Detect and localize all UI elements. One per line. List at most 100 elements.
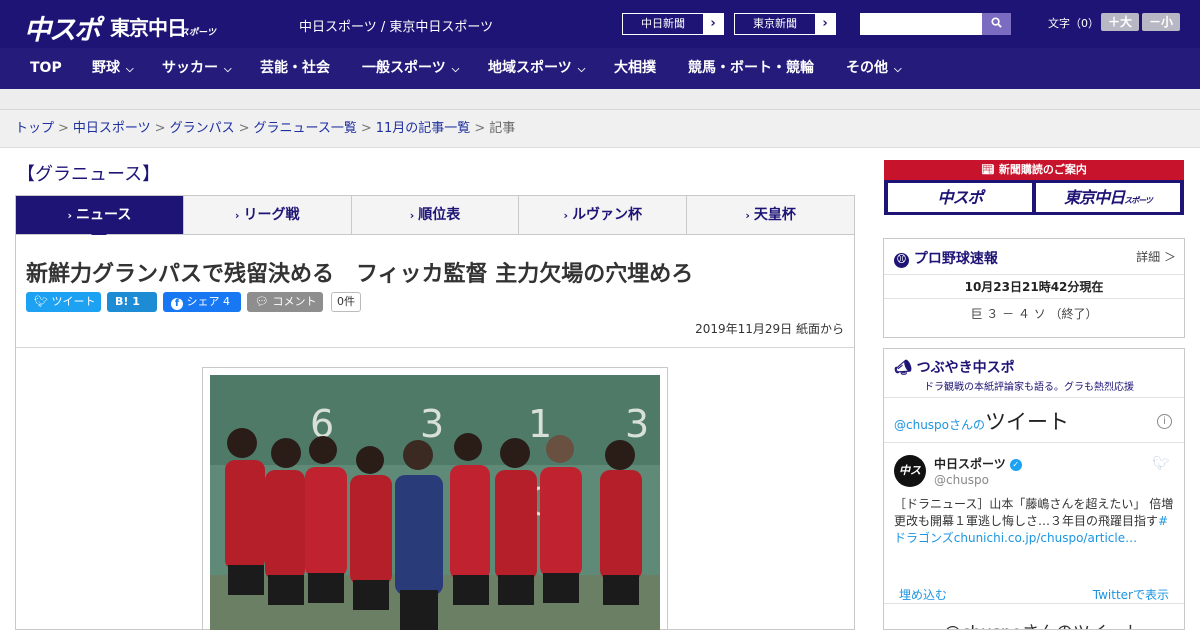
article-photo: 6313 00 (210, 375, 660, 630)
nav-label: サッカー (162, 60, 218, 76)
search-button[interactable] (982, 13, 1011, 35)
tweet-button-label: ツイート (51, 295, 96, 308)
tokyo-shimbun-link[interactable]: 東京新聞 › (734, 13, 836, 35)
chevron-right-icon: › (563, 209, 569, 222)
facebook-share-label: シェア 4 (186, 295, 231, 308)
nav-item-soccer[interactable]: サッカー ⌵ (162, 48, 232, 89)
divider (884, 603, 1184, 604)
tab-news[interactable]: › ニュース (16, 196, 184, 242)
ad-tokyo-chunichi-sub: スポーツ (1124, 196, 1153, 205)
avatar[interactable]: 中スポ (894, 455, 926, 509)
hatena-bookmark-button[interactable]: B! 1 (107, 292, 157, 312)
breadcrumb-separator: > (238, 121, 250, 136)
breadcrumb-link-chuspo[interactable]: 中日スポーツ (73, 121, 151, 136)
gray-strip (0, 89, 1200, 110)
tab-league[interactable]: › リーグ戦 (184, 196, 352, 234)
tab-emperors-cup[interactable]: › 天皇杯 (687, 196, 854, 234)
baseball-icon: ⚾︎ (894, 253, 909, 268)
view-on-twitter-link[interactable]: Twitterで表示 (1093, 586, 1169, 603)
chunichi-shimbun-link[interactable]: 中日新聞 › (622, 13, 724, 35)
comment-button[interactable]: 💬︎ コメント (247, 292, 323, 312)
ad-chuspo-logo[interactable]: 中スポ (888, 183, 1032, 212)
chevron-right-icon: › (815, 14, 835, 34)
team-huddle-photo: 6313 00 (210, 375, 660, 630)
search-input[interactable] (860, 13, 982, 35)
tab-label: 天皇杯 (753, 207, 796, 223)
tab-label: ルヴァン杯 (572, 207, 643, 223)
nav-label: 地域スポーツ (488, 60, 572, 76)
breadcrumb-current: 記事 (489, 121, 516, 136)
baseball-game-score[interactable]: 巨 ３ － ４ ソ （終了） (884, 305, 1184, 322)
chevron-right-icon: › (703, 14, 723, 34)
tweet-user-handle[interactable]: @chuspo (934, 473, 989, 487)
nav-item-other[interactable]: その他 ⌵ (846, 48, 902, 89)
twitter-bird-icon: 🐦︎ (34, 295, 48, 308)
tokyo-chunichi-logo[interactable]: 東京中日 (110, 12, 187, 41)
font-decrease-button[interactable]: －小 (1142, 13, 1180, 31)
font-size-label: 文字（0） (1048, 17, 1099, 30)
breadcrumb-link-grampus[interactable]: グランパス (170, 121, 235, 136)
breadcrumb-link-gra-news-list[interactable]: グラニュース一覧 (254, 121, 357, 136)
svg-text:1: 1 (528, 402, 552, 446)
divider (884, 442, 1184, 443)
tweet-text: ［ドラニュース］山本「藤嶋さんを超えたい」 倍増更改も開幕１軍逃し悔しさ…３年目… (894, 496, 1179, 547)
share-bar: 🐦︎ ツイート B! 1 f シェア 4 💬︎ コメント 0件 (26, 292, 361, 312)
tweet-user-name: 中日スポーツ (934, 457, 1006, 471)
nav-item-local-sports[interactable]: 地域スポーツ ⌵ (488, 48, 585, 89)
nav-label: 一般スポーツ (362, 60, 446, 76)
chuspo-logo[interactable]: 中スポ (24, 8, 101, 47)
tab-standings[interactable]: › 順位表 (352, 196, 520, 234)
breadcrumb: トップ > 中日スポーツ > グランパス > グラニュース一覧 >11月の記事一覧 > 記事 (0, 110, 1200, 148)
ad-tokyo-chunichi-logo[interactable]: 東京中日スポーツ (1036, 183, 1180, 212)
megaphone-icon: 📣︎ (894, 360, 912, 376)
chunichi-shimbun-label: 中日新聞 (623, 14, 703, 34)
breadcrumb-link-november-list[interactable]: 11月の記事一覧 (376, 121, 471, 136)
baseball-detail-link[interactable]: 詳細 ＞ (1136, 248, 1176, 265)
font-increase-button[interactable]: ＋大 (1101, 13, 1139, 31)
embed-link[interactable]: 埋め込む (899, 586, 947, 603)
timeline-handle[interactable]: @chuspoさんの (894, 418, 985, 432)
nav-label: 競馬・ボート・競輪 (688, 60, 814, 76)
divider (16, 347, 854, 348)
breadcrumb-separator: > (58, 121, 69, 136)
top-bar: 中スポ 東京中日 スポーツ 中日スポーツ / 東京中日スポーツ 中日新聞 › 東… (0, 0, 1200, 48)
speech-bubble-icon: 💬︎ (255, 295, 269, 308)
baseball-scores-title: プロ野球速報 (913, 251, 998, 267)
twitter-bird-icon[interactable]: 🐦︎ (1152, 456, 1170, 472)
chevron-right-icon: › (745, 209, 750, 222)
nav-item-general-sports[interactable]: 一般スポーツ ⌵ (362, 48, 459, 89)
tab-label: リーグ戦 (243, 207, 300, 223)
svg-text:3: 3 (420, 402, 444, 446)
baseball-scores-widget: ⚾︎ プロ野球速報 詳細 ＞ 10月23日21時42分現在 巨 ３ － ４ ソ … (883, 238, 1185, 338)
breadcrumb-link-top[interactable]: トップ (15, 121, 54, 136)
category-tabs: › ニュース › リーグ戦 › 順位表 › ルヴァン杯 › 天皇杯 (15, 195, 855, 242)
twitter-widget-subtitle: ドラ観戦の本紙評論家も語る。グラも熱烈応援 (924, 382, 1134, 393)
nav-item-baseball[interactable]: 野球 ⌵ (92, 48, 134, 89)
chevron-down-icon: ⌵ (126, 64, 134, 75)
nav-item-top[interactable]: TOP (30, 48, 62, 89)
nav-item-entertainment[interactable]: 芸能・社会 (260, 48, 330, 89)
tab-levain-cup[interactable]: › ルヴァン杯 (519, 196, 688, 234)
nav-label: TOP (30, 60, 62, 76)
nav-item-racing[interactable]: 競馬・ボート・競輪 (688, 48, 814, 89)
timeline-header: @chuspoさんのツイート (894, 406, 1069, 436)
newspaper-icon: 📰︎ (981, 163, 996, 176)
tweet-user[interactable]: 中日スポーツ ✓ (934, 455, 1022, 472)
chevron-right-icon: › (234, 209, 240, 222)
ad-tokyo-chunichi-text: 東京中日 (1064, 188, 1125, 207)
article-dateline: 2019年11月29日 紙面から (695, 322, 844, 336)
nav-label: 芸能・社会 (260, 60, 330, 76)
breadcrumb-separator: > (154, 121, 166, 136)
subscription-ad-header: 📰︎ 新聞購読のご案内 (884, 160, 1184, 180)
chevron-down-icon: ⌵ (451, 64, 460, 75)
facebook-share-button[interactable]: f シェア 4 (163, 292, 241, 312)
info-icon[interactable]: i (1157, 414, 1172, 429)
nav-label: 大相撲 (614, 60, 656, 76)
verified-badge-icon: ✓ (1009, 459, 1022, 471)
baseball-scores-header: ⚾︎ プロ野球速報 詳細 ＞ (884, 239, 1184, 275)
chevron-down-icon: ⌵ (894, 64, 902, 75)
twitter-widget: 📣︎ つぶやき中スポ ドラ観戦の本紙評論家も語る。グラも熱烈応援 @chuspo… (883, 348, 1185, 630)
tweet-button[interactable]: 🐦︎ ツイート (26, 292, 101, 312)
nav-item-sumo[interactable]: 大相撲 (614, 48, 656, 89)
chevron-right-icon: › (409, 209, 415, 222)
